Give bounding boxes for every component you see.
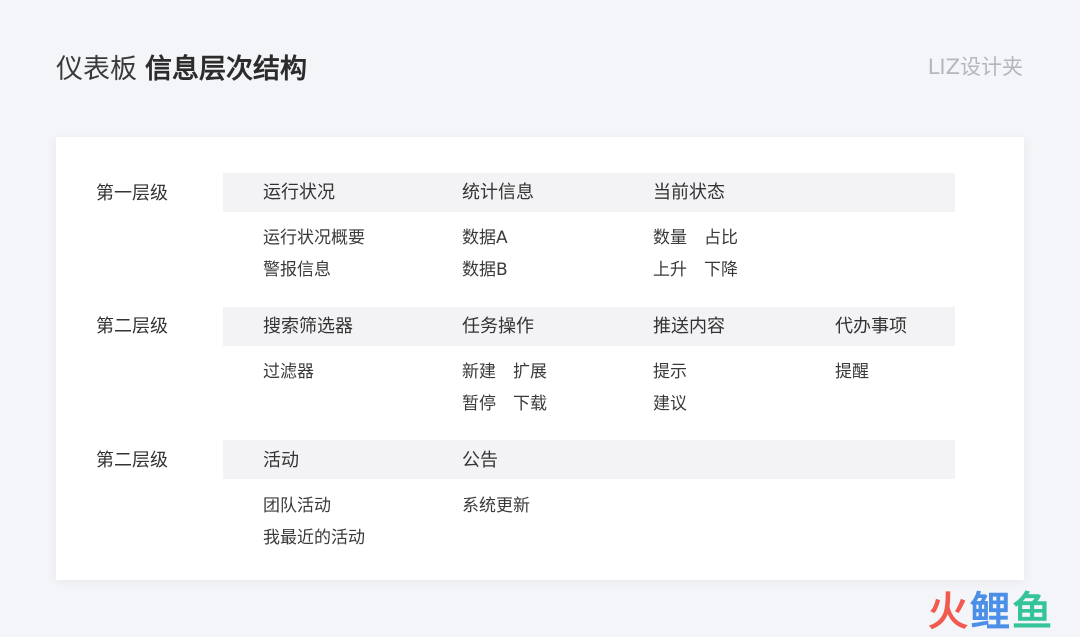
list-item: 上升 下降 bbox=[653, 260, 738, 280]
watermark-char: 鲤 bbox=[970, 589, 1012, 635]
hierarchy-card: 第一层级 运行状况 统计信息 当前状态 运行状况概要 警报信息 数据A 数据B … bbox=[56, 137, 1024, 580]
watermark-char: 鱼 bbox=[1012, 589, 1054, 635]
page-title-main: 信息层次结构 bbox=[145, 54, 307, 85]
page-title: 仪表板 信息层次结构 bbox=[56, 52, 307, 88]
column-header: 搜索筛选器 bbox=[263, 316, 353, 337]
watermark-logo: 火鲤鱼 bbox=[928, 589, 1054, 635]
column-header: 活动 bbox=[263, 450, 299, 471]
list-item: 系统更新 bbox=[462, 496, 530, 516]
column-header: 统计信息 bbox=[462, 182, 534, 203]
list-item: 提醒 bbox=[835, 362, 869, 382]
level-label: 第一层级 bbox=[96, 183, 168, 204]
list-item: 团队活动 bbox=[263, 496, 331, 516]
level-label: 第二层级 bbox=[96, 316, 168, 337]
column-header: 运行状况 bbox=[263, 182, 335, 203]
page-title-prefix: 仪表板 bbox=[56, 54, 137, 85]
header-bar bbox=[223, 440, 955, 479]
list-item: 我最近的活动 bbox=[263, 528, 365, 548]
watermark-char: 火 bbox=[928, 589, 970, 635]
list-item: 建议 bbox=[653, 394, 687, 414]
list-item: 新建 扩展 bbox=[462, 362, 547, 382]
brand-label: LIZ设计夹 bbox=[927, 55, 1023, 79]
list-item: 数据B bbox=[462, 260, 508, 280]
column-header: 任务操作 bbox=[462, 316, 534, 337]
list-item: 过滤器 bbox=[263, 362, 314, 382]
list-item: 暂停 下载 bbox=[462, 394, 547, 414]
column-header: 推送内容 bbox=[653, 316, 725, 337]
list-item: 数量 占比 bbox=[653, 228, 738, 248]
column-header: 公告 bbox=[462, 450, 498, 471]
column-header: 当前状态 bbox=[653, 182, 725, 203]
level-label: 第二层级 bbox=[96, 450, 168, 471]
list-item: 运行状况概要 bbox=[263, 228, 365, 248]
column-header: 代办事项 bbox=[835, 316, 907, 337]
list-item: 数据A bbox=[462, 228, 508, 248]
list-item: 警报信息 bbox=[263, 260, 331, 280]
list-item: 提示 bbox=[653, 362, 687, 382]
